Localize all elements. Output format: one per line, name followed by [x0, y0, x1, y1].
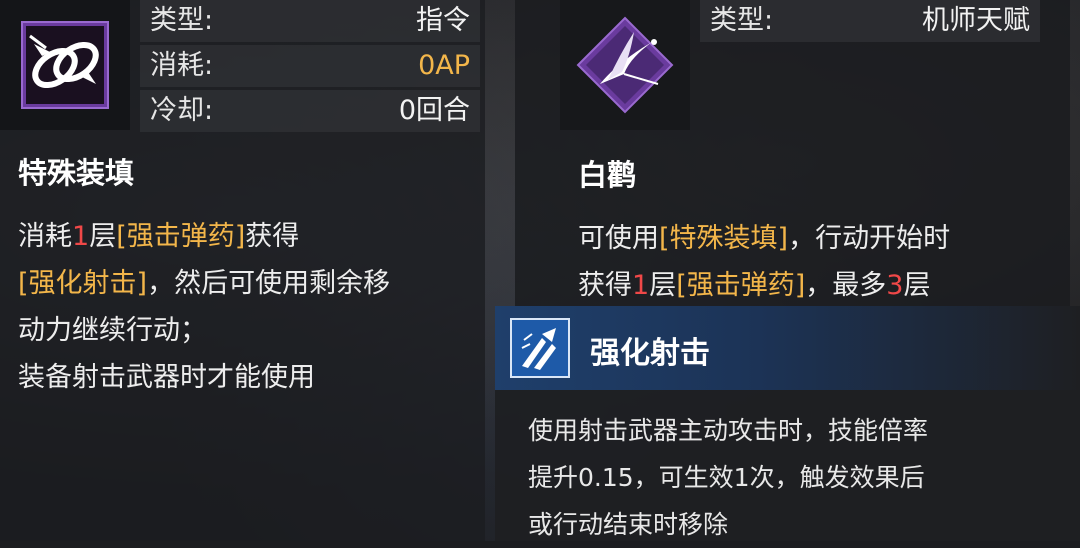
skill-title: 特殊装填	[18, 156, 135, 190]
talent-description: 可使用[特殊装填]，行动开始时 获得1层[强击弹药]，最多3层	[578, 215, 1058, 309]
desc-line: [强化射击]，然后可使用剩余移	[18, 268, 391, 299]
stat-value: 指令	[416, 5, 470, 36]
stat-key: 冷却:	[150, 95, 214, 126]
desc-line: 使用射击武器主动攻击时，技能倍率	[528, 416, 929, 445]
desc-line: 动力继续行动；	[18, 315, 207, 346]
stat-key: 类型:	[150, 5, 214, 36]
stat-row-type: 类型: 指令	[140, 0, 480, 42]
desc-line: 可使用[特殊装填]，行动开始时	[578, 223, 951, 254]
stat-key: 类型:	[710, 5, 774, 36]
skill-icon-frame	[0, 0, 130, 130]
buff-tooltip: 强化射击 使用射击武器主动攻击时，技能倍率 提升0.15，可生效1次，触发效果后…	[495, 306, 1080, 541]
stat-value: 0回合	[398, 95, 470, 126]
stat-key: 消耗:	[150, 50, 214, 81]
stat-row-type: 类型: 机师天赋	[700, 0, 1040, 42]
shooting-boost-icon	[521, 328, 556, 370]
tooltip-title: 强化射击	[590, 336, 710, 371]
tooltip-header: 强化射击	[495, 306, 1080, 390]
skill-card-right: 类型: 机师天赋 白鹳 可使用[特殊装填]，行动开始时 获得1层[强击弹药]，最…	[515, 0, 1070, 310]
buff-icon-frame	[510, 318, 570, 378]
tooltip-description: 使用射击武器主动攻击时，技能倍率 提升0.15，可生效1次，触发效果后 或行动结…	[528, 407, 928, 548]
stat-value: 0AP	[418, 50, 470, 81]
linked-rings-strike-icon	[21, 21, 109, 109]
skill-title: 白鹳	[578, 158, 637, 192]
desc-line: 装备射击武器时才能使用	[18, 362, 315, 393]
skill-card-left: 类型: 指令 消耗: 0AP 冷却: 0回合 特殊装填 消耗1层[强击弹药]获得…	[0, 0, 485, 541]
white-crane-icon	[576, 16, 674, 114]
stat-row-cost: 消耗: 0AP	[140, 45, 480, 87]
talent-icon-frame	[560, 0, 690, 130]
desc-line: 消耗1层[强击弹药]获得	[18, 221, 300, 252]
stat-value: 机师天赋	[922, 5, 1030, 36]
skill-description: 消耗1层[强击弹药]获得 [强化射击]，然后可使用剩余移 动力继续行动； 装备射…	[18, 213, 478, 401]
stat-row-cooldown: 冷却: 0回合	[140, 90, 480, 132]
desc-line: 提升0.15，可生效1次，触发效果后	[528, 463, 925, 492]
desc-line: 获得1层[强击弹药]，最多3层	[578, 270, 931, 301]
